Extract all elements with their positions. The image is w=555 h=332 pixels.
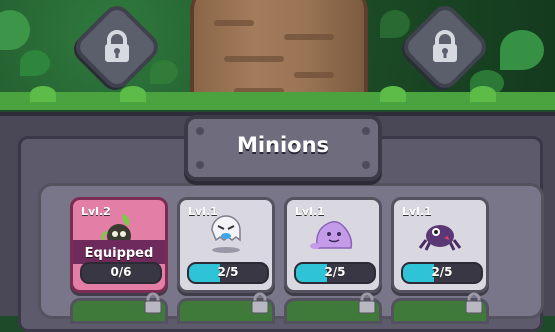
leaf-decoration — [380, 10, 410, 38]
bush-decoration — [470, 86, 496, 102]
progress-text: 2/5 — [431, 265, 453, 279]
bush-decoration — [120, 86, 146, 102]
minion-card-ghost[interactable]: Lvl.1 2/5 — [177, 197, 275, 293]
lock-icon — [251, 292, 269, 314]
leaf-decoration — [150, 60, 178, 84]
level-label: Lvl.1 — [402, 205, 432, 218]
minion-card-spider[interactable]: Lvl.1 2/5 — [391, 197, 489, 293]
lock-icon — [358, 292, 376, 314]
jungle-scene — [0, 0, 555, 110]
minion-card-slime[interactable]: Lvl.1 2/5 — [284, 197, 382, 293]
progress-text: 0/6 — [110, 265, 132, 279]
level-label: Lvl.1 — [188, 205, 218, 218]
title-plate: Minions — [184, 115, 382, 181]
lock-icon — [105, 30, 129, 62]
minion-card-plant[interactable]: Lvl.2 Equipped 0/6 — [70, 197, 168, 293]
level-label: Lvl.1 — [295, 205, 325, 218]
lock-icon — [465, 292, 483, 314]
leaf-decoration — [500, 30, 544, 70]
panel-title: Minions — [236, 133, 330, 157]
level-label: Lvl.2 — [81, 205, 111, 218]
progress-bar: 0/6 — [80, 262, 162, 284]
lock-icon — [433, 30, 457, 62]
progress-bar: 2/5 — [401, 262, 483, 284]
progress-text: 2/5 — [324, 265, 346, 279]
bush-decoration — [380, 86, 406, 102]
progress-bar: 2/5 — [187, 262, 269, 284]
progress-bar: 2/5 — [294, 262, 376, 284]
lock-icon — [144, 292, 162, 314]
leaf-decoration — [20, 50, 50, 76]
bush-decoration — [30, 86, 56, 102]
leaf-decoration — [0, 10, 30, 50]
progress-text: 2/5 — [217, 265, 239, 279]
equipped-label: Equipped — [84, 246, 154, 261]
